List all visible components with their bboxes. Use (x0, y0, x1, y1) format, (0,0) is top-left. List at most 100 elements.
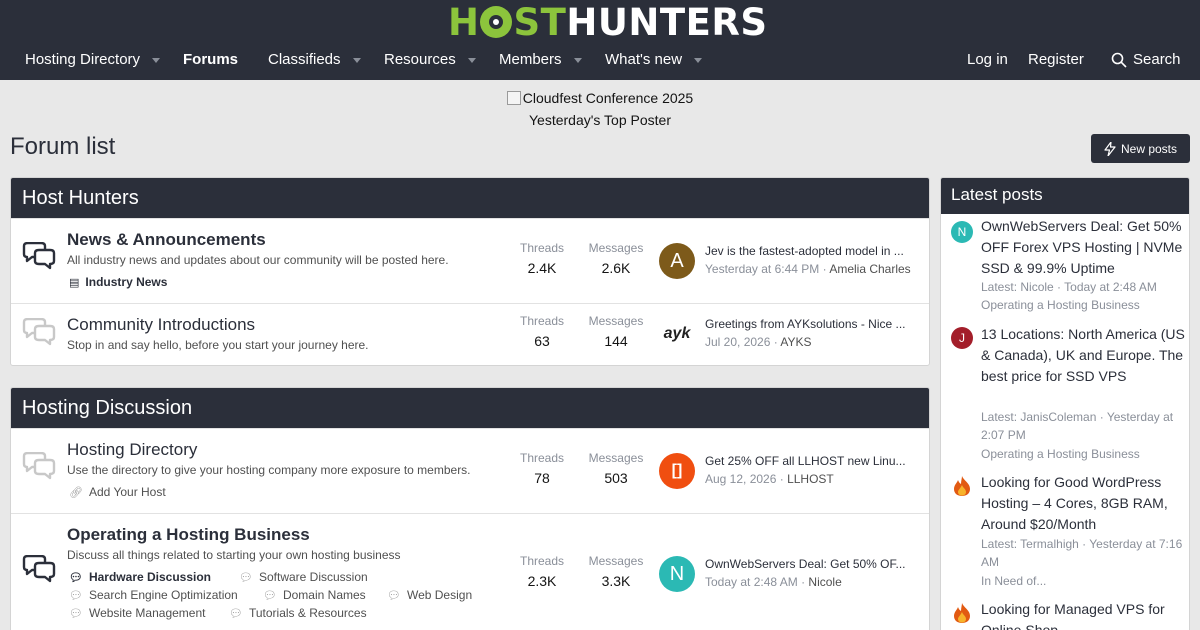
search-icon (1111, 52, 1127, 68)
latest-post-title[interactable]: Looking for Managed VPS for Online Shop (981, 599, 1186, 630)
conference-banner[interactable]: Cloudfest Conference 2025 (0, 90, 1200, 106)
latest-post-forum[interactable]: In Need of... (981, 574, 1186, 588)
avatar[interactable]: [] (659, 453, 695, 489)
chevron-down-icon[interactable] (352, 57, 361, 63)
chat-bubbles-icon (22, 452, 56, 480)
avatar[interactable]: N (951, 221, 973, 243)
last-post-date[interactable]: Today at 2:48 AM (705, 575, 798, 589)
last-post-user[interactable]: AYKS (780, 335, 811, 349)
category-hosting-discussion: Hosting Discussion Hosting Directory Use… (10, 387, 930, 630)
chat-icon: 💬︎ (263, 589, 277, 602)
avatar[interactable]: ayk (659, 316, 695, 352)
last-post-user[interactable]: Nicole (808, 575, 841, 589)
subforum-label: Tutorials & Resources (248, 606, 367, 620)
threads-count: 2.4K (527, 260, 557, 276)
latest-post-title[interactable]: OwnWebServers Deal: Get 50% OFF Forex VP… (981, 216, 1186, 279)
logo-text-1: H (448, 0, 480, 44)
messages-label: Messages (588, 314, 644, 328)
chevron-down-icon[interactable] (694, 57, 703, 63)
flame-avatar-icon[interactable] (951, 602, 973, 624)
last-post-title[interactable]: Greetings from AYKsolutions - Nice ... (705, 317, 921, 331)
nav-resources[interactable]: Resources (384, 41, 476, 79)
messages-stat: Messages 3.3K (581, 554, 651, 589)
banner-alt-text: Cloudfest Conference 2025 (522, 90, 694, 106)
messages-label: Messages (588, 451, 644, 465)
new-posts-label: New posts (1120, 141, 1178, 156)
latest-post-title[interactable]: 13 Locations: North America (US & Canada… (981, 324, 1186, 387)
avatar[interactable]: N (659, 556, 695, 592)
register-link[interactable]: Register (1028, 41, 1084, 79)
last-post-date[interactable]: Jul 20, 2026 (705, 335, 770, 349)
chevron-down-icon[interactable] (467, 57, 476, 63)
latest-post-title[interactable]: Looking for Good WordPress Hosting – 4 C… (981, 472, 1186, 535)
nav-whats-new[interactable]: What's new (605, 41, 703, 79)
page-title: Forum list (10, 133, 116, 160)
chat-icon: 💬︎ (69, 571, 83, 584)
forum-row: Community Introductions Stop in and say … (11, 303, 929, 365)
last-post-meta: Yesterday at 6:44 PM · Amelia Charles (705, 262, 911, 276)
chat-bubbles-icon (22, 555, 56, 583)
subforum-link[interactable]: 💬︎ Website Management (69, 606, 205, 620)
avatar[interactable]: J (951, 327, 973, 349)
subforum-link[interactable]: 💬︎ Domain Names (263, 588, 366, 602)
category-title[interactable]: Hosting Discussion (11, 388, 929, 428)
logo-eye-icon (480, 6, 513, 38)
nav-classifieds[interactable]: Classifieds (268, 41, 361, 79)
forum-description: Use the directory to give your hosting c… (67, 463, 471, 477)
messages-count: 503 (604, 470, 628, 486)
subforum-link[interactable]: 🔗︎ Add Your Host (69, 485, 166, 499)
site-logo[interactable]: H ST HUNTERS (448, 0, 768, 44)
last-post-title[interactable]: Jev is the fastest-adopted model in ... (705, 244, 921, 258)
last-post-user[interactable]: Amelia Charles (829, 262, 910, 276)
forum-title[interactable]: Community Introductions (67, 315, 255, 335)
flame-avatar-icon[interactable] (951, 475, 973, 497)
forum-row: Hosting Directory Use the directory to g… (11, 428, 929, 513)
chevron-down-icon[interactable] (573, 57, 582, 63)
new-posts-button[interactable]: New posts (1091, 134, 1190, 163)
nav-members[interactable]: Members (499, 41, 582, 79)
document-icon: ▤ (69, 276, 80, 289)
subforum-link[interactable]: 💬︎ Software Discussion (239, 570, 368, 584)
messages-count: 144 (604, 333, 628, 349)
nav-forums[interactable]: Forums (183, 41, 238, 79)
last-post-date[interactable]: Yesterday at 6:44 PM (705, 262, 819, 276)
search-link[interactable]: Search (1111, 41, 1181, 79)
messages-label: Messages (588, 241, 644, 255)
last-post-date[interactable]: Aug 12, 2026 (705, 472, 776, 486)
category-host-hunters: Host Hunters News & Announcements All in… (10, 177, 930, 366)
subforum-label: Software Discussion (258, 570, 368, 584)
latest-post-forum[interactable]: Operating a Hosting Business (981, 298, 1186, 312)
latest-post-meta: Latest: Nicole · Today at 2:48 AM (981, 280, 1157, 294)
chevron-down-icon[interactable] (152, 57, 161, 63)
threads-count: 78 (534, 470, 550, 486)
threads-stat: Threads 63 (507, 314, 577, 349)
nav-hosting-directory[interactable]: Hosting Directory (25, 41, 161, 79)
register-label: Register (1028, 51, 1084, 68)
subforum-link[interactable]: 💬︎ Web Design (387, 588, 472, 602)
subforum-label: Hardware Discussion (88, 570, 212, 584)
subforum-label: Add Your Host (88, 485, 166, 499)
subforum-label: Website Management (88, 606, 206, 620)
last-post-meta: Today at 2:48 AM · Nicole (705, 575, 842, 589)
last-post-title[interactable]: Get 25% OFF all LLHOST new Linu... (705, 454, 921, 468)
nav-label: Resources (384, 51, 456, 68)
forum-title[interactable]: News & Announcements (67, 230, 266, 250)
latest-post-meta: Latest: JanisColeman · Yesterday at 2:07… (981, 410, 1174, 442)
latest-post-forum[interactable]: Operating a Hosting Business (981, 447, 1186, 461)
forum-title[interactable]: Operating a Hosting Business (67, 525, 310, 545)
login-link[interactable]: Log in (967, 41, 1008, 79)
forum-description: All industry news and updates about our … (67, 253, 449, 267)
last-post-user[interactable]: LLHOST (787, 472, 834, 486)
threads-label: Threads (519, 451, 565, 465)
last-post-meta: Jul 20, 2026 · AYKS (705, 335, 812, 349)
subforum-link[interactable]: 💬︎ Hardware Discussion (69, 570, 211, 584)
category-title[interactable]: Host Hunters (11, 178, 929, 218)
subforum-link[interactable]: 💬︎ Tutorials & Resources (229, 606, 367, 620)
avatar[interactable]: A (659, 243, 695, 279)
forum-title[interactable]: Hosting Directory (67, 440, 197, 460)
latest-posts-widget: Latest posts N OwnWebServers Deal: Get 5… (940, 177, 1190, 630)
subforum-link[interactable]: 💬︎ Search Engine Optimization (69, 588, 238, 602)
subforum-link[interactable]: ▤ Industry News (69, 275, 167, 289)
last-post-title[interactable]: OwnWebServers Deal: Get 50% OF... (705, 557, 921, 571)
threads-label: Threads (519, 241, 565, 255)
